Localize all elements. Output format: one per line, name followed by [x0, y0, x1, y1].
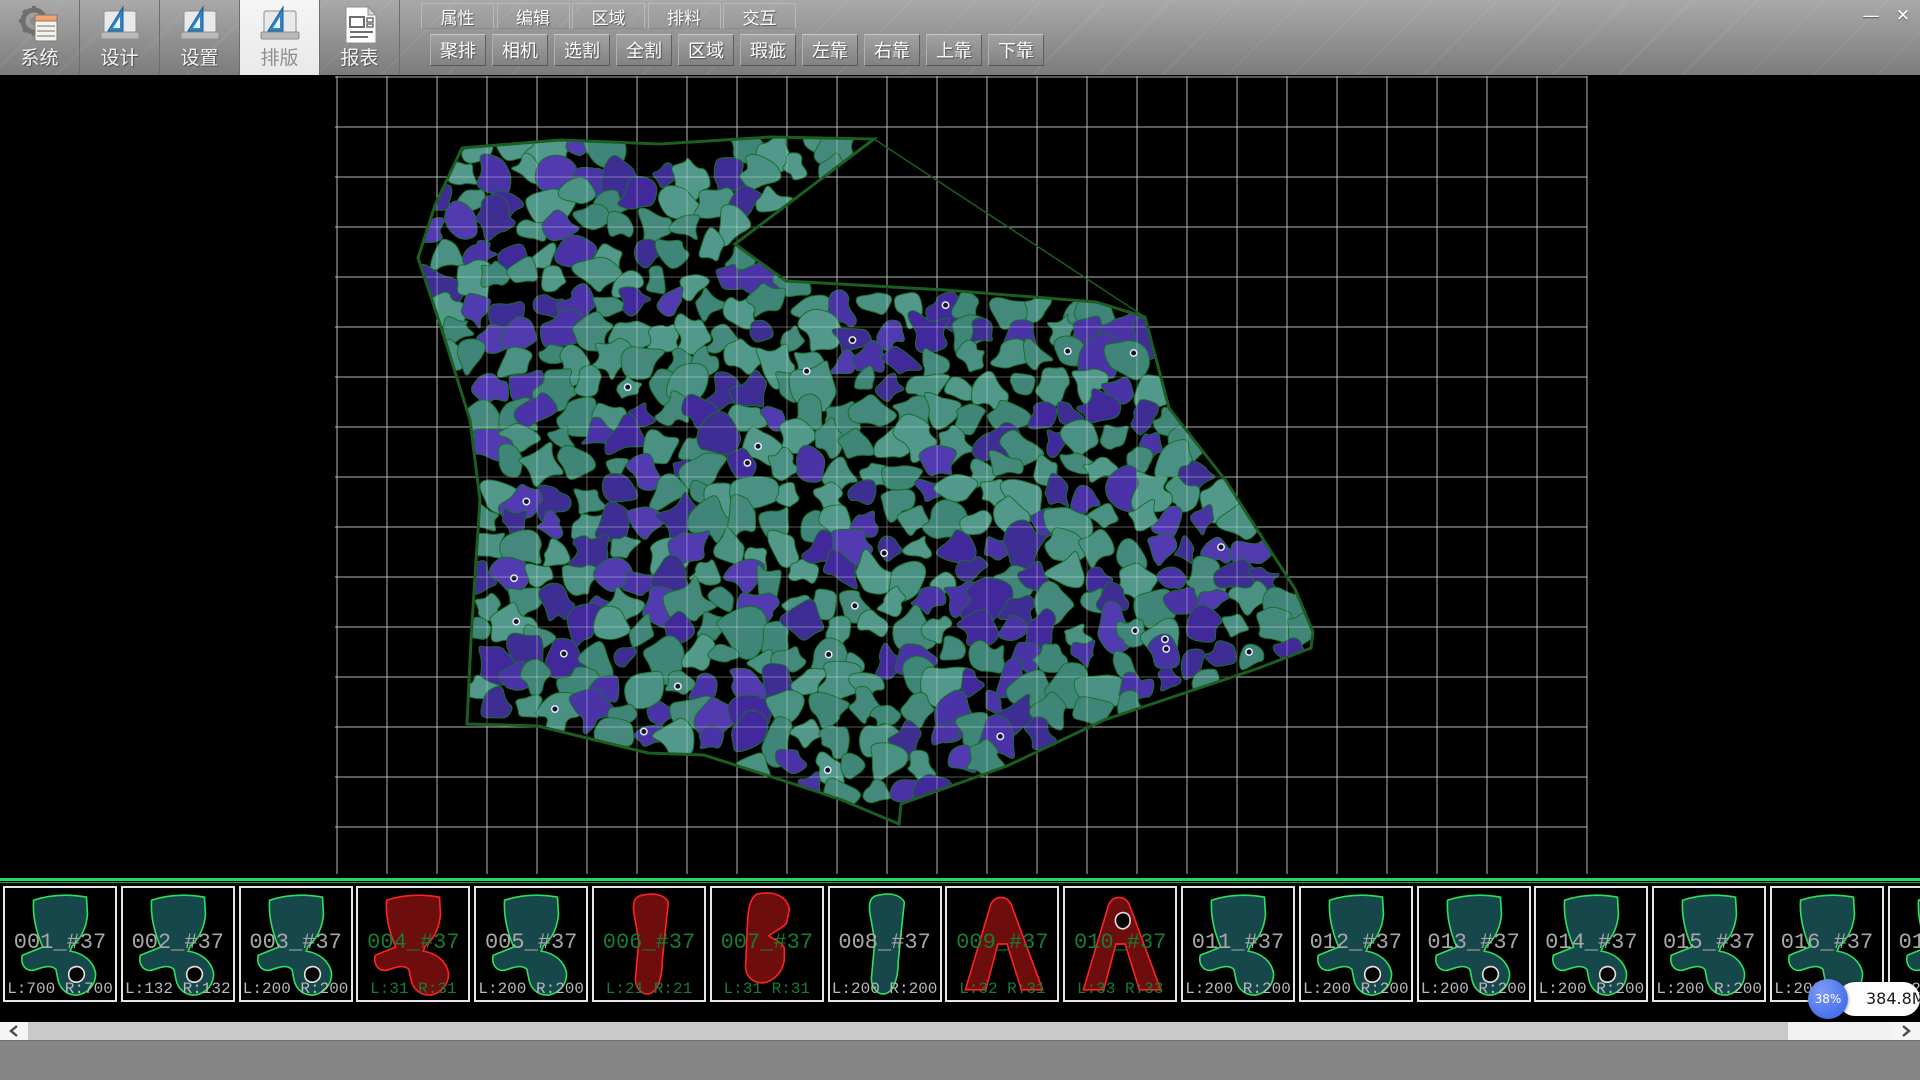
main-toolbar: 系统设计设置排版报表 属性编辑区域排料交互 聚排相机选割全割区域瑕疵左靠右靠上靠… [0, 0, 1920, 76]
mode-button-5[interactable]: 报表 [320, 0, 400, 75]
nesting-canvas-drawing [0, 75, 1920, 878]
mode-button-3[interactable]: 设置 [160, 0, 240, 75]
menu-tab-4[interactable]: 排料 [648, 3, 721, 29]
piece-name: 017_#37 [1890, 930, 1920, 955]
piece-lr-count: L:132 R:132 [123, 980, 233, 998]
mode-button-1[interactable]: 系统 [0, 0, 80, 75]
menu-tab-1[interactable]: 属性 [421, 3, 494, 29]
horizontal-scrollbar[interactable] [0, 1022, 1920, 1040]
tool-button-5[interactable]: 区域 [678, 34, 734, 66]
tool-button-1[interactable]: 聚排 [430, 34, 486, 66]
piece-thumbnail-015_#37[interactable]: 015_#37 L:200 R:200 [1652, 886, 1766, 1002]
menu-tab-3[interactable]: 区域 [572, 3, 645, 29]
tool-button-3[interactable]: 选割 [554, 34, 610, 66]
menu-tab-2[interactable]: 编辑 [497, 3, 570, 29]
piece-thumbnail-011_#37[interactable]: 011_#37 L:200 R:200 [1181, 886, 1295, 1002]
piece-lr-count: L:31 R:31 [358, 980, 468, 998]
progress-circle: 38% [1808, 979, 1848, 1019]
piece-name: 007_#37 [712, 930, 822, 955]
mode-button-2[interactable]: 设计 [80, 0, 160, 75]
scroll-right-arrow-icon [1901, 1025, 1911, 1037]
piece-thumbnail-013_#37[interactable]: 013_#37 L:200 R:200 [1417, 886, 1531, 1002]
piece-thumbnail-005_#37[interactable]: 005_#37 L:200 R:200 [474, 886, 588, 1002]
piece-thumbnail-008_#37[interactable]: 008_#37 L:200 R:200 [828, 886, 942, 1002]
divider-line-bottom [0, 882, 1920, 883]
status-badge: 384.8M 38% [1808, 979, 1920, 1019]
scroll-right-button[interactable] [1892, 1022, 1920, 1040]
piece-name: 014_#37 [1536, 930, 1646, 955]
piece-thumbnail-strip: 001_#37 L:700 R:700 002_#37 L:132 R:132 003_… [0, 884, 1920, 1005]
status-bar [0, 1040, 1920, 1080]
scroll-left-arrow-icon [9, 1025, 19, 1037]
piece-lr-count: L:33 R:33 [1065, 980, 1175, 998]
piece-lr-count: L:21 R:21 [594, 980, 704, 998]
piece-name: 003_#37 [241, 930, 351, 955]
piece-lr-count: L:200 R:200 [1419, 980, 1529, 998]
memory-value: 384.8M [1866, 989, 1920, 1008]
piece-lr-count: L:200 R:200 [241, 980, 351, 998]
piece-lr-count: L:200 R:200 [1183, 980, 1293, 998]
mode-button-label: 排版 [260, 46, 298, 70]
tool-button-9[interactable]: 上靠 [926, 34, 982, 66]
piece-name: 005_#37 [476, 930, 586, 955]
piece-thumbnail-014_#37[interactable]: 014_#37 L:200 R:200 [1534, 886, 1648, 1002]
piece-name: 009_#37 [947, 930, 1057, 955]
tool-button-6[interactable]: 瑕疵 [740, 34, 796, 66]
mode-button-label: 设置 [180, 46, 218, 70]
piece-name: 015_#37 [1654, 930, 1764, 955]
piece-thumbnail-006_#37[interactable]: 006_#37 L:21 R:21 [592, 886, 706, 1002]
report-document-icon [338, 4, 382, 46]
piece-lr-count: L:200 R:200 [1301, 980, 1411, 998]
tool-button-2[interactable]: 相机 [492, 34, 548, 66]
piece-name: 013_#37 [1419, 930, 1529, 955]
mode-button-label: 报表 [340, 46, 378, 70]
close-button[interactable]: ✕ [1890, 4, 1916, 28]
mode-button-label: 设计 [100, 46, 138, 70]
piece-lr-count: L:200 R:200 [476, 980, 586, 998]
settings-ruler-icon [178, 4, 222, 46]
window-controls: — ✕ [1858, 4, 1916, 28]
memory-pill: 384.8M [1838, 982, 1920, 1016]
piece-name: 002_#37 [123, 930, 233, 955]
scroll-left-button[interactable] [0, 1022, 28, 1040]
scrollbar-thumb[interactable] [28, 1022, 1788, 1040]
mode-button-label: 系统 [20, 46, 58, 70]
piece-lr-count: L:200 R:200 [1654, 980, 1764, 998]
piece-name: 008_#37 [830, 930, 940, 955]
piece-thumbnail-009_#37[interactable]: 009_#37 L:32 R:31 [945, 886, 1059, 1002]
nesting-canvas[interactable] [0, 75, 1920, 878]
piece-thumbnail-002_#37[interactable]: 002_#37 L:132 R:132 [121, 886, 235, 1002]
piece-lr-count: L:32 R:31 [947, 980, 1057, 998]
tool-button-7[interactable]: 左靠 [802, 34, 858, 66]
piece-name: 011_#37 [1183, 930, 1293, 955]
piece-name: 010_#37 [1065, 930, 1175, 955]
piece-thumbnail-001_#37[interactable]: 001_#37 L:700 R:700 [3, 886, 117, 1002]
piece-lr-count: L:700 R:700 [5, 980, 115, 998]
progress-value: 38% [1815, 992, 1842, 1006]
piece-thumbnail-004_#37[interactable]: 004_#37 L:31 R:31 [356, 886, 470, 1002]
mode-button-4[interactable]: 排版 [240, 0, 320, 75]
menu-tab-5[interactable]: 交互 [723, 3, 796, 29]
tool-button-4[interactable]: 全割 [616, 34, 672, 66]
piece-thumbnail-007_#37[interactable]: 007_#37 L:31 R:31 [710, 886, 824, 1002]
tool-button-10[interactable]: 下靠 [988, 34, 1044, 66]
piece-thumbnail-003_#37[interactable]: 003_#37 L:200 R:200 [239, 886, 353, 1002]
piece-lr-count: L:200 R:200 [830, 980, 940, 998]
tool-button-8[interactable]: 右靠 [864, 34, 920, 66]
piece-name: 001_#37 [5, 930, 115, 955]
minimize-button[interactable]: — [1858, 4, 1884, 28]
system-gear-icon [18, 4, 62, 46]
application-window: 系统设计设置排版报表 属性编辑区域排料交互 聚排相机选割全割区域瑕疵左靠右靠上靠… [0, 0, 1920, 1080]
piece-name: 006_#37 [594, 930, 704, 955]
nesting-ruler-icon [258, 4, 302, 46]
piece-lr-count: L:200 R:200 [1536, 980, 1646, 998]
piece-name: 004_#37 [358, 930, 468, 955]
piece-name: 012_#37 [1301, 930, 1411, 955]
design-ruler-icon [98, 4, 142, 46]
piece-thumbnail-012_#37[interactable]: 012_#37 L:200 R:200 [1299, 886, 1413, 1002]
piece-lr-count: L:31 R:31 [712, 980, 822, 998]
piece-name: 016_#37 [1772, 930, 1882, 955]
divider-line-top [0, 878, 1920, 881]
piece-thumbnail-010_#37[interactable]: 010_#37 L:33 R:33 [1063, 886, 1177, 1002]
